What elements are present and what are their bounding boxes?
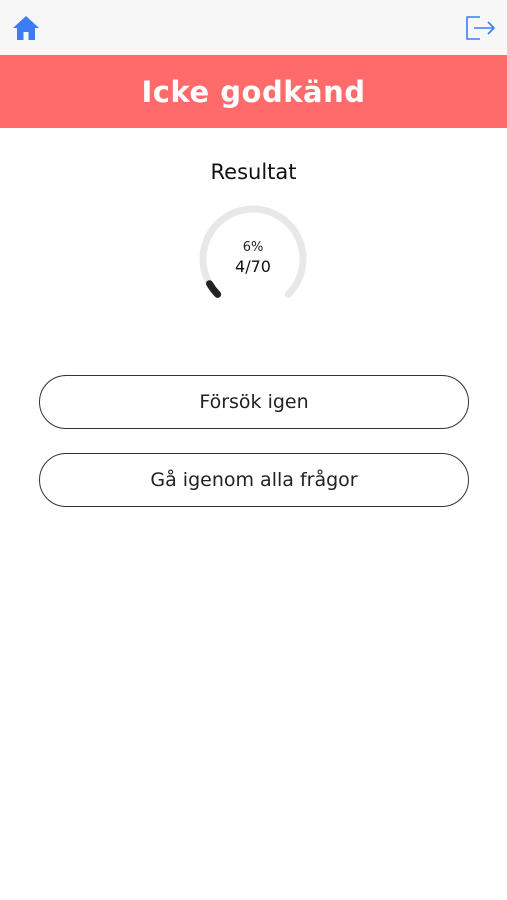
logout-icon	[466, 16, 495, 40]
score-fraction: 4/70	[235, 257, 271, 276]
score-gauge: 6% 4/70	[198, 204, 308, 314]
review-all-questions-button[interactable]: Gå igenom alla frågor	[39, 453, 469, 507]
result-heading: Resultat	[210, 160, 297, 184]
retry-button[interactable]: Försök igen	[39, 375, 469, 429]
score-percent: 6%	[242, 240, 264, 255]
result-status-title: Icke godkänd	[141, 74, 366, 109]
review-button-label: Gå igenom alla frågor	[150, 469, 358, 491]
home-button[interactable]	[10, 12, 42, 44]
top-bar	[0, 0, 507, 55]
result-banner: Icke godkänd	[0, 55, 507, 128]
logout-button[interactable]	[463, 12, 497, 44]
home-icon	[13, 16, 39, 40]
retry-button-label: Försök igen	[199, 391, 309, 413]
